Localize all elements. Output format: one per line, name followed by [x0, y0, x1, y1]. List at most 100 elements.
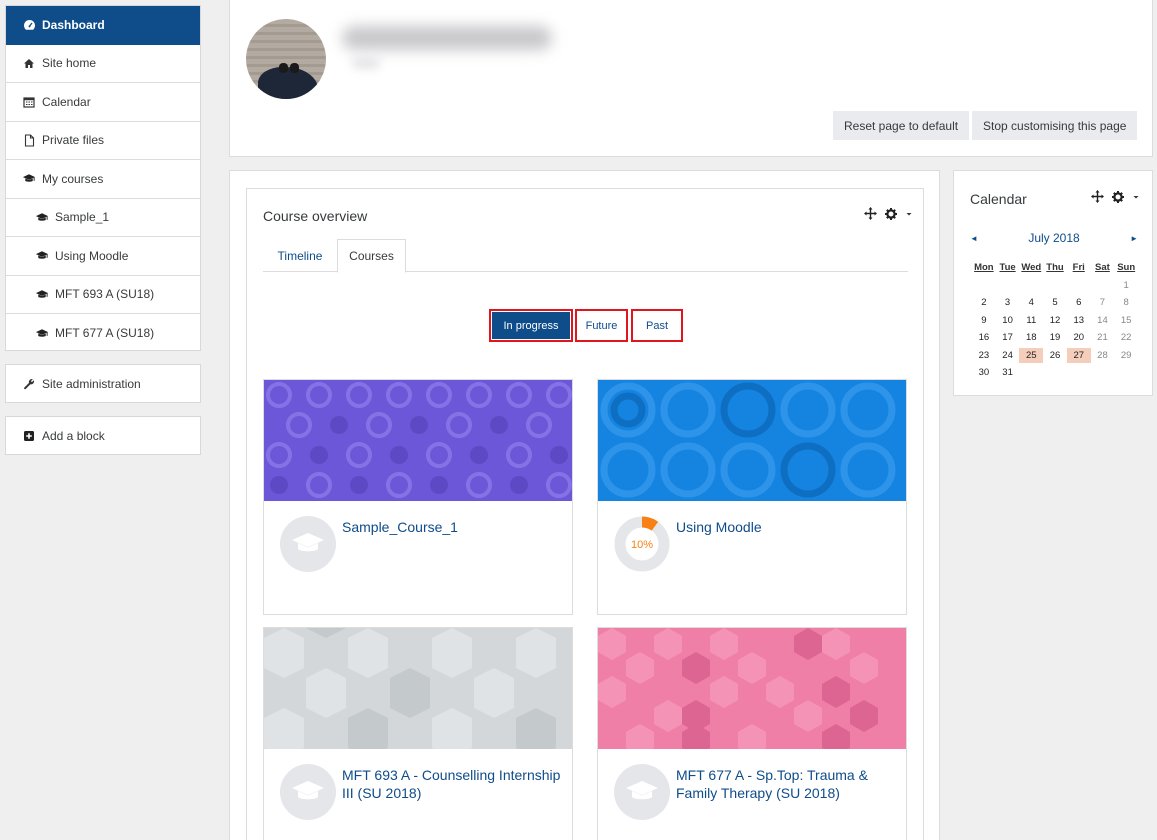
avatar[interactable] [246, 19, 326, 99]
calendar-week-row: 1 [972, 277, 1138, 295]
calendar-day[interactable]: 27 [1066, 347, 1091, 363]
calendar-day[interactable]: 11 [1019, 313, 1043, 328]
calendar-day[interactable]: 21 [1091, 330, 1115, 345]
move-icon[interactable] [864, 207, 877, 223]
course-name[interactable]: Sample_Course_1 [342, 518, 562, 536]
course-overview-block: Course overview Timeline Courses In prog… [246, 188, 924, 840]
calendar-empty-cell [996, 278, 1020, 293]
calendar-day[interactable]: 13 [1067, 313, 1091, 328]
sidebar-item-my-courses[interactable]: My courses [6, 160, 200, 199]
move-icon[interactable] [1091, 190, 1104, 206]
nav-group-admin: Site administration [5, 364, 201, 403]
gear-icon[interactable] [1112, 190, 1124, 206]
sidebar-item-mft-693[interactable]: MFT 693 A (SU18) [6, 276, 200, 314]
calendar-day[interactable]: 10 [996, 313, 1020, 328]
calendar-weekday: Sun [1117, 262, 1136, 274]
calendar-day[interactable]: 2 [972, 295, 996, 310]
course-card-sample-course-1[interactable]: Sample_Course_1 [263, 379, 573, 615]
filter-in-progress[interactable]: In progress [489, 309, 573, 342]
calendar-empty-cell [1019, 365, 1043, 380]
gear-icon[interactable] [885, 207, 897, 223]
nav-group-main: Dashboard Site home Calendar Private fil… [5, 5, 201, 351]
calendar-day[interactable]: 28 [1091, 348, 1115, 363]
page-header: Reset page to default Stop customising t… [229, 0, 1153, 157]
calendar-day[interactable]: 19 [1043, 330, 1067, 345]
calendar-day[interactable]: 6 [1067, 295, 1091, 310]
calendar-empty-cell [1043, 278, 1067, 293]
calendar-day[interactable]: 5 [1043, 295, 1067, 310]
calendar-weekday: Wed [1021, 262, 1042, 274]
sidebar-item-label: Site administration [42, 376, 141, 391]
calendar-day[interactable]: 20 [1067, 330, 1091, 345]
filter-future[interactable]: Future [575, 309, 628, 342]
reset-page-button[interactable]: Reset page to default [833, 111, 970, 140]
sidebar-item-private-files[interactable]: Private files [6, 122, 200, 160]
calendar-block: Calendar ◄ July 2018 ► Mon Tue Wed Thu Fri Sa… [953, 170, 1153, 396]
graduation-cap-icon [35, 326, 49, 340]
next-month-button[interactable]: ► [1130, 234, 1138, 243]
file-icon [22, 133, 36, 147]
avatar-shoe-left [279, 63, 288, 73]
calendar-day[interactable]: 1 [1114, 278, 1138, 293]
block-title: Course overview [263, 208, 368, 224]
sidebar-item-mft-677[interactable]: MFT 677 A (SU18) [6, 314, 200, 353]
calendar-day[interactable]: 26 [1043, 348, 1067, 363]
calendar-empty-cell [1114, 365, 1138, 380]
dashboard-icon [22, 18, 36, 32]
calendar-icon [22, 95, 36, 109]
calendar-day[interactable]: 14 [1091, 313, 1115, 328]
course-card-mft-693[interactable]: MFT 693 A - Counselling Internship III (… [263, 627, 573, 840]
course-name[interactable]: MFT 677 A - Sp.Top: Trauma & Family Ther… [676, 766, 896, 802]
prev-month-button[interactable]: ◄ [970, 234, 978, 243]
course-image [598, 628, 906, 749]
course-card-using-moodle[interactable]: 10% Using Moodle [597, 379, 907, 615]
chevron-down-icon[interactable] [905, 209, 913, 221]
filter-past[interactable]: Past [631, 309, 683, 342]
calendar-week-row: 2345678 [972, 294, 1138, 312]
chevron-down-icon[interactable] [1132, 192, 1140, 204]
sidebar-item-label: MFT 677 A (SU18) [55, 326, 155, 341]
sidebar-item-dashboard[interactable]: Dashboard [6, 6, 200, 45]
sidebar-item-calendar[interactable]: Calendar [6, 83, 200, 122]
calendar-empty-cell [1019, 278, 1043, 293]
calendar-month[interactable]: July 2018 [1028, 231, 1079, 245]
user-name-blurred [342, 26, 552, 50]
calendar-day[interactable]: 18 [1019, 330, 1043, 345]
block-controls [864, 207, 913, 223]
calendar-day[interactable]: 16 [972, 330, 996, 345]
sidebar-item-site-home[interactable]: Site home [6, 45, 200, 83]
calendar-day[interactable]: 15 [1114, 313, 1138, 328]
calendar-day[interactable]: 8 [1114, 295, 1138, 310]
tab-timeline[interactable]: Timeline [263, 239, 337, 272]
course-card-mft-677[interactable]: MFT 677 A - Sp.Top: Trauma & Family Ther… [597, 627, 907, 840]
calendar-day[interactable]: 30 [972, 365, 996, 380]
filter-label: Future [585, 319, 618, 332]
calendar-grid: Mon Tue Wed Thu Fri Sat Sun 1 2 3 4 5 6 7 8 9 10 11 12 13 14… [972, 259, 1138, 382]
calendar-weekday-row: Mon Tue Wed Thu Fri Sat Sun [972, 259, 1138, 277]
calendar-day[interactable]: 24 [996, 348, 1020, 363]
calendar-day[interactable]: 31 [996, 365, 1020, 380]
course-name[interactable]: MFT 693 A - Counselling Internship III (… [342, 766, 562, 802]
filter-label: In progress [492, 312, 570, 339]
add-block-button[interactable]: Add a block [6, 417, 200, 454]
calendar-day[interactable]: 3 [996, 295, 1020, 310]
calendar-day[interactable]: 22 [1114, 330, 1138, 345]
calendar-day[interactable]: 29 [1114, 348, 1138, 363]
calendar-day[interactable]: 12 [1043, 313, 1067, 328]
calendar-day[interactable]: 9 [972, 313, 996, 328]
calendar-day[interactable]: 17 [996, 330, 1020, 345]
course-summary-icon [280, 764, 336, 820]
calendar-day[interactable]: 23 [972, 348, 996, 363]
sidebar-item-sample-1[interactable]: Sample_1 [6, 199, 200, 237]
calendar-day[interactable]: 4 [1019, 295, 1043, 310]
calendar-day[interactable]: 25 [1019, 347, 1044, 363]
tab-courses[interactable]: Courses [337, 239, 406, 273]
sidebar-item-site-administration[interactable]: Site administration [6, 365, 200, 402]
calendar-weekday: Thu [1046, 262, 1064, 274]
stop-customising-button[interactable]: Stop customising this page [972, 111, 1138, 140]
course-progress-chart: 10% [614, 516, 670, 572]
course-name[interactable]: Using Moodle [676, 518, 896, 536]
calendar-day[interactable]: 7 [1091, 295, 1115, 310]
sidebar-item-using-moodle[interactable]: Using Moodle [6, 237, 200, 276]
calendar-empty-cell [1043, 365, 1067, 380]
